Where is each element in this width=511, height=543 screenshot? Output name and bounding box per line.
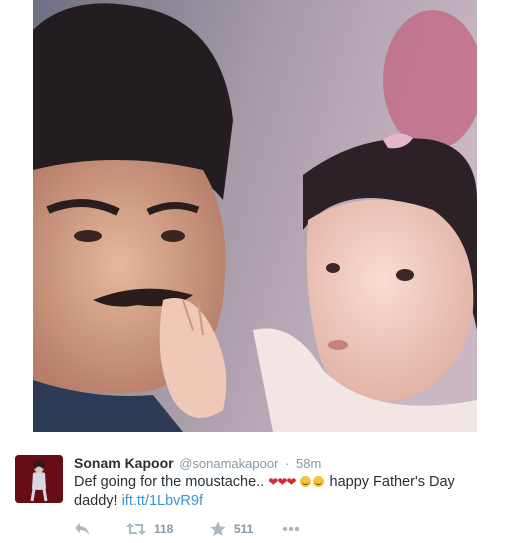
retweet-button[interactable]: 118 [126, 522, 210, 536]
user-handle[interactable]: @sonamakapoor [179, 456, 278, 471]
tweet-text: Def going for the moustache.. ❤❤❤ happy … [74, 473, 494, 511]
separator-dot: · [285, 456, 290, 471]
tweet-text-part1: Def going for the moustache.. [74, 474, 265, 490]
display-name[interactable]: Sonam Kapoor [74, 455, 174, 471]
smile-emoji-icon [313, 476, 325, 487]
smile-emoji-icon [300, 476, 312, 487]
avatar-image [15, 455, 63, 503]
favorite-button[interactable]: 511 [210, 521, 282, 537]
retweet-count: 118 [154, 522, 174, 536]
favorite-count: 511 [234, 522, 254, 536]
tweet-actions: 118 511 [74, 520, 312, 538]
more-button[interactable] [282, 526, 312, 532]
reply-button[interactable] [74, 522, 126, 536]
more-icon [282, 526, 300, 532]
reply-icon [75, 523, 89, 535]
tweet-header: Sonam Kapoor @sonamakapoor · 58m [74, 454, 321, 473]
tweet-body: Sonam Kapoor @sonamakapoor · 58m Def goi… [0, 432, 511, 543]
tweet-card: Sonam Kapoor @sonamakapoor · 58m Def goi… [0, 0, 511, 543]
tweet-link[interactable]: ift.tt/1LbvR9f [122, 493, 203, 509]
heart-emoji-icon: ❤❤❤ [268, 475, 296, 489]
father-daughter-photo [33, 0, 477, 432]
tweet-photo[interactable] [33, 0, 477, 432]
avatar[interactable] [15, 455, 63, 503]
retweet-icon [126, 523, 146, 535]
timestamp[interactable]: 58m [296, 456, 321, 471]
star-icon [210, 521, 226, 536]
